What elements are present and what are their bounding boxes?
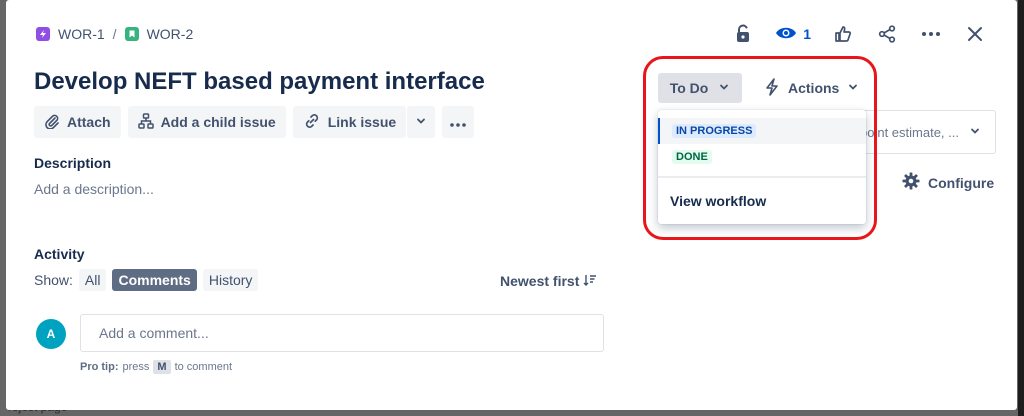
protip-prefix: Pro tip:: [80, 361, 119, 373]
share-icon[interactable]: [875, 22, 899, 46]
thumbs-up-icon[interactable]: [831, 22, 855, 46]
add-child-issue-button[interactable]: Add a child issue: [127, 106, 286, 138]
link-issue-group: Link issue: [292, 106, 436, 138]
add-child-label: Add a child issue: [160, 114, 276, 130]
breadcrumb-current-label: WOR-2: [146, 26, 194, 42]
header-actions: 1: [731, 22, 987, 46]
show-label: Show:: [34, 272, 73, 288]
breadcrumb-separator: /: [112, 26, 117, 42]
issue-title[interactable]: Develop NEFT based payment interface: [34, 68, 485, 96]
story-icon: [124, 27, 139, 41]
chevron-down-icon: [415, 114, 427, 130]
details-panel[interactable]: point estimate, ...: [858, 110, 996, 154]
close-icon[interactable]: [963, 22, 987, 46]
paperclip-icon: [44, 113, 60, 132]
protip-suffix: to comment: [174, 361, 233, 373]
issue-modal: WOR-1 / WOR-2 1 Develop NEFT based payme…: [6, 0, 1017, 410]
avatar: A: [36, 319, 66, 349]
breadcrumb: WOR-1 / WOR-2: [36, 26, 193, 42]
more-actions-button[interactable]: [442, 106, 475, 138]
backdrop-edge: [1018, 0, 1024, 416]
attach-label: Attach: [67, 114, 111, 130]
comment-input[interactable]: Add a comment...: [80, 314, 604, 352]
description-heading: Description: [34, 155, 112, 171]
highlight-annotation: [643, 56, 877, 240]
filter-comments[interactable]: Comments: [112, 269, 197, 291]
configure-label: Configure: [928, 174, 995, 191]
sort-order-button[interactable]: Newest first: [500, 273, 597, 289]
hierarchy-icon: [137, 112, 154, 132]
activity-filter: Show: All Comments History: [34, 269, 259, 291]
more-icon[interactable]: [919, 22, 943, 46]
filter-history[interactable]: History: [202, 269, 259, 291]
breadcrumb-parent-label: WOR-1: [58, 26, 105, 42]
activity-heading: Activity: [34, 246, 85, 262]
sort-label: Newest first: [500, 273, 580, 289]
configure-button[interactable]: Configure: [902, 172, 994, 193]
watch-count: 1: [803, 26, 811, 42]
breadcrumb-current[interactable]: WOR-2: [124, 26, 194, 42]
protip: Pro tip: press M to comment: [80, 360, 232, 374]
eye-icon: [775, 26, 797, 43]
protip-press: press: [122, 361, 150, 373]
filter-all[interactable]: All: [78, 269, 107, 291]
attach-button[interactable]: Attach: [34, 106, 121, 138]
shortcut-key: M: [153, 360, 171, 374]
breadcrumb-parent[interactable]: WOR-1: [36, 26, 105, 42]
gear-icon: [902, 172, 920, 193]
watch-button[interactable]: 1: [775, 26, 811, 43]
description-field[interactable]: Add a description...: [34, 181, 154, 197]
link-icon: [303, 112, 321, 133]
chevron-down-icon: [969, 125, 981, 140]
link-issue-label: Link issue: [327, 114, 397, 130]
link-issue-button[interactable]: Link issue: [292, 106, 407, 138]
lock-icon[interactable]: [731, 22, 755, 46]
issue-toolbar: Attach Add a child issue Link issue: [34, 106, 475, 138]
more-icon: [450, 114, 466, 130]
epic-icon: [36, 27, 50, 41]
link-issue-dropdown[interactable]: [407, 106, 436, 138]
sort-icon: [583, 273, 597, 289]
